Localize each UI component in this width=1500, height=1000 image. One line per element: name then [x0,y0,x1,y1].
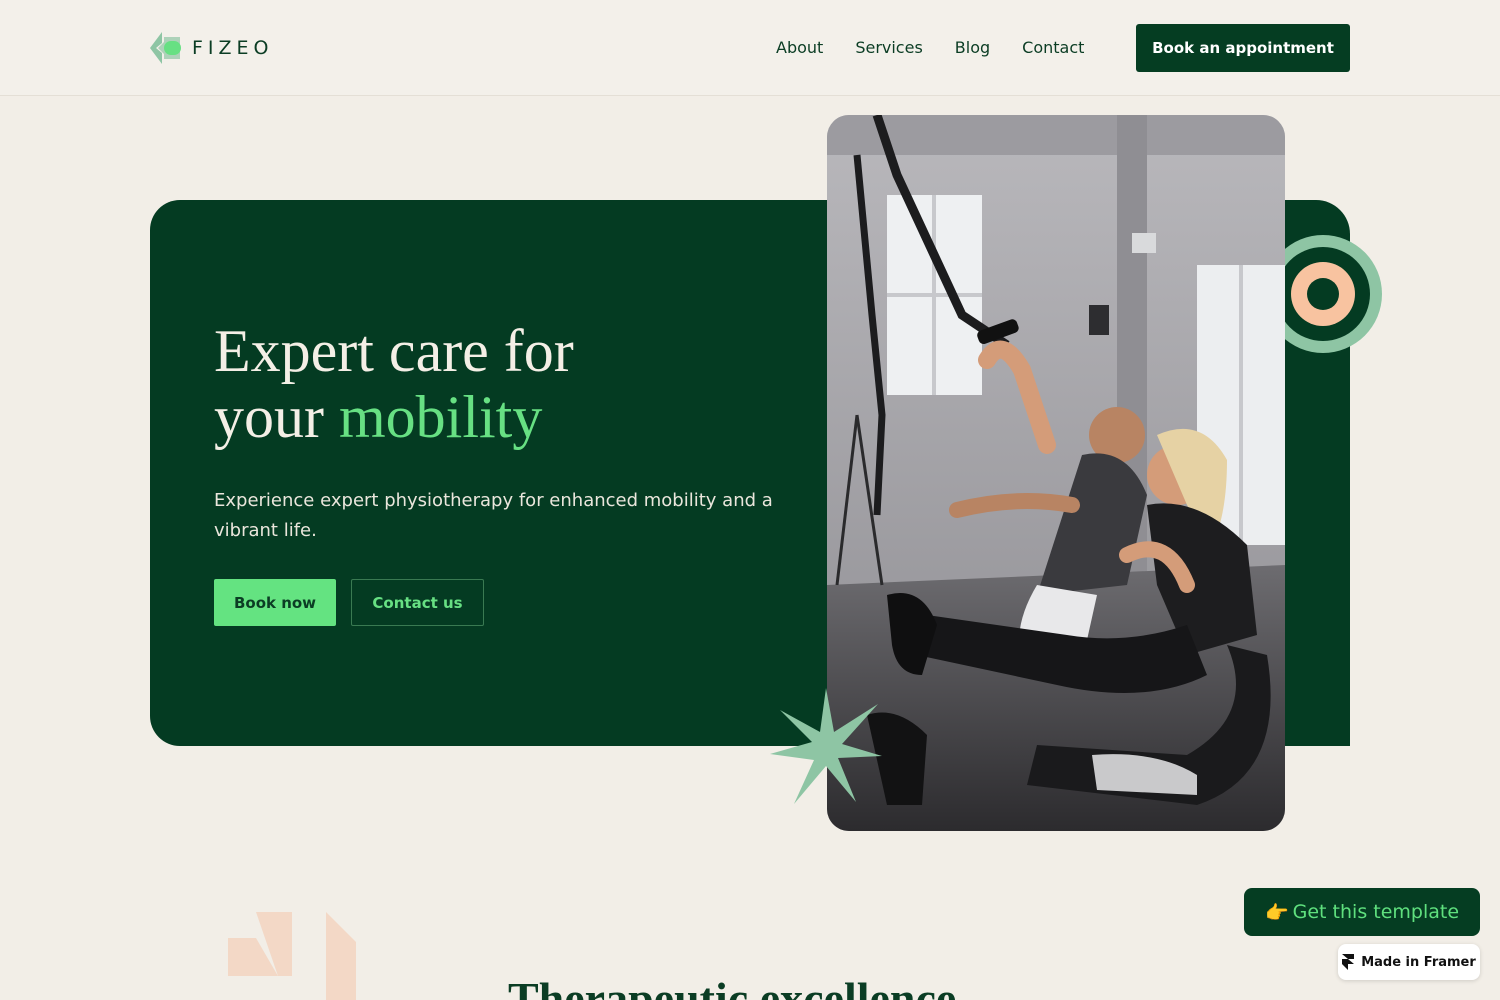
book-now-button[interactable]: Book now [214,579,336,626]
hero-title-accent: mobility [338,384,543,450]
hero-subtitle: Experience expert physiotherapy for enha… [214,490,773,541]
logo-wordmark: FIZEO [192,37,274,59]
gym-training-photo-icon [827,115,1285,831]
get-template-button[interactable]: 👉 Get this template [1244,888,1480,936]
pointing-hand-icon: 👉 [1264,901,1289,924]
main-nav: About Services Blog Contact [776,38,1084,57]
logo-icon [150,32,181,64]
hero-title-line1: Expert care for [214,318,574,384]
hero-title-plain: your [214,384,324,450]
logo[interactable]: FIZEO [150,32,274,64]
nav-blog[interactable]: Blog [955,38,990,57]
hero-photo [827,115,1285,831]
peach-shape-decoration-icon [228,912,356,1000]
site-header: FIZEO About Services Blog Contact Book a… [0,0,1500,96]
framer-logo-icon [1342,954,1355,970]
star-decoration-icon [770,688,882,804]
nav-about[interactable]: About [776,38,823,57]
made-in-framer-label: Made in Framer [1361,954,1476,970]
contact-us-button[interactable]: Contact us [351,579,484,626]
made-in-framer-badge[interactable]: Made in Framer [1338,944,1480,980]
nav-contact[interactable]: Contact [1022,38,1084,57]
get-template-label: Get this template [1292,901,1460,923]
nav-services[interactable]: Services [855,38,922,57]
hero-title: Expert care for your mobility [214,318,814,450]
section-title: Therapeutic excellence [508,973,957,1000]
book-appointment-button[interactable]: Book an appointment [1136,24,1350,72]
